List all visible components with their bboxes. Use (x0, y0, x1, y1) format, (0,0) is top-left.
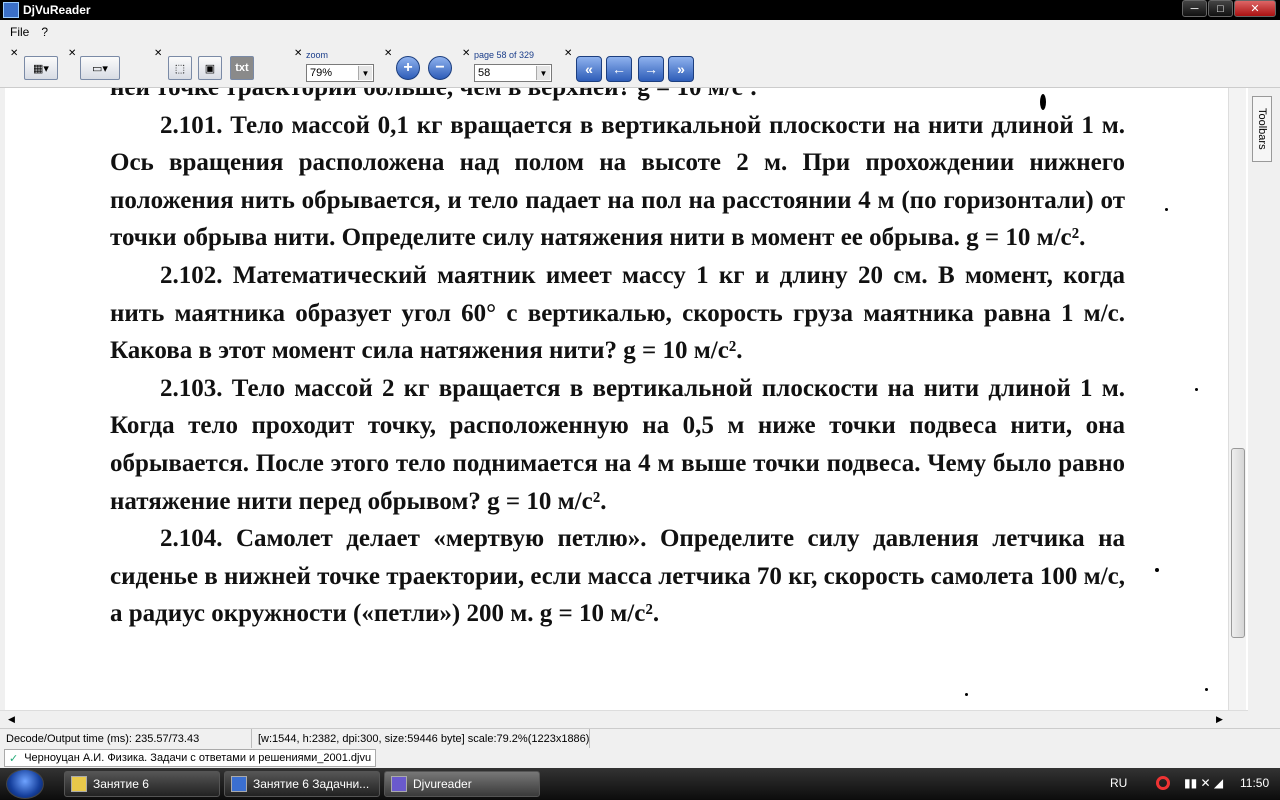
app-icon (3, 2, 19, 18)
taskbar-item[interactable]: Djvureader (384, 771, 540, 797)
decode-time: Decode/Output time (ms): 235.57/73.43 (0, 728, 252, 749)
text-view-button[interactable]: txt (230, 56, 254, 80)
maximize-button[interactable]: □ (1208, 0, 1233, 17)
scroll-right-icon[interactable]: ▶ (1216, 714, 1223, 725)
scan-noise (965, 693, 968, 696)
close-toolbar-icon[interactable]: ✕ (68, 48, 76, 59)
toolbars-panel: Toolbars (1248, 88, 1280, 728)
zoom-value: 79% (310, 67, 333, 79)
select-region-icon[interactable]: ⬚ (168, 56, 192, 80)
chevron-down-icon: ▼ (536, 66, 550, 80)
scan-noise (1165, 208, 1168, 211)
page-select[interactable]: 58 ▼ (474, 64, 552, 82)
page-content: ней точке траектории больше, чем в верхн… (110, 88, 1125, 633)
folder-icon (71, 776, 87, 792)
image-view-icon[interactable]: ▣ (198, 56, 222, 80)
close-toolbar-icon[interactable]: ✕ (384, 48, 392, 59)
paragraph: 2.104. Самолет делает «мертвую петлю». О… (110, 525, 1125, 628)
menu-bar: File ? (0, 20, 1280, 44)
page-mode-dropdown-button[interactable]: ▭▾ (80, 56, 120, 80)
scroll-left-icon[interactable]: ◀ (8, 714, 15, 725)
page-value: 58 (478, 67, 491, 79)
close-toolbar-icon[interactable]: ✕ (154, 48, 162, 59)
next-page-button[interactable]: → (638, 56, 664, 82)
zoom-select[interactable]: 79% ▼ (306, 64, 374, 82)
horizontal-scrollbar[interactable]: ◀ ▶ (0, 710, 1248, 728)
prev-page-button[interactable]: ← (606, 56, 632, 82)
document-tabs: ✓ Черноуцан А.И. Физика. Задачи с ответа… (0, 748, 1280, 768)
zoom-out-button[interactable]: − (428, 56, 452, 80)
zoom-label: zoom (306, 50, 329, 60)
opera-icon[interactable] (1156, 776, 1170, 790)
last-page-button[interactable]: » (668, 56, 694, 82)
taskbar-item-label: Занятие 6 Задачни... (253, 777, 370, 791)
window-controls: ─ □ ✕ (1181, 0, 1276, 17)
title-bar: DjVuReader ─ □ ✕ (0, 0, 1280, 20)
scan-noise (1155, 568, 1159, 572)
close-button[interactable]: ✕ (1234, 0, 1276, 17)
paragraph: 2.101. Тело массой 0,1 кг вращается в ве… (110, 111, 1125, 252)
language-indicator[interactable]: RU (1110, 776, 1127, 790)
menu-help[interactable]: ? (41, 25, 48, 39)
document-tab[interactable]: ✓ Черноуцан А.И. Физика. Задачи с ответа… (4, 749, 377, 767)
minimize-button[interactable]: ─ (1182, 0, 1207, 17)
tray-icons[interactable]: ▮▮ ✕ ◢ (1184, 776, 1223, 790)
scan-noise (1195, 388, 1198, 391)
toolbars-tab[interactable]: Toolbars (1252, 96, 1272, 162)
taskbar-item-label: Djvureader (413, 777, 472, 791)
status-bar: Decode/Output time (ms): 235.57/73.43 [w… (0, 728, 1280, 749)
scan-noise (1040, 94, 1046, 110)
document-tab-title: Черноуцан А.И. Физика. Задачи с ответами… (24, 752, 372, 764)
scan-noise (1205, 688, 1208, 691)
paragraph: ней точке траектории больше, чем в верхн… (110, 88, 1125, 107)
image-info: [w:1544, h:2382, dpi:300, size:59446 byt… (252, 728, 591, 749)
scroll-thumb[interactable] (1231, 448, 1245, 638)
taskbar: Занятие 6 Занятие 6 Задачни... Djvureade… (0, 768, 1280, 800)
layout-dropdown-button[interactable]: ▦▾ (24, 56, 58, 80)
vertical-scrollbar[interactable] (1228, 88, 1246, 710)
taskbar-item[interactable]: Занятие 6 (64, 771, 220, 797)
close-toolbar-icon[interactable]: ✕ (564, 48, 572, 59)
zoom-in-button[interactable]: + (396, 56, 420, 80)
document-viewer[interactable]: ней точке траектории больше, чем в верхн… (0, 88, 1248, 710)
menu-file[interactable]: File (10, 25, 29, 39)
check-icon: ✓ (9, 752, 19, 765)
first-page-button[interactable]: « (576, 56, 602, 82)
window-title: DjVuReader (23, 3, 91, 17)
toolbar: ✕ ▦▾ ✕ ▭▾ ✕ ⬚ ▣ txt ✕ zoom 79% ▼ ✕ + − ✕… (0, 44, 1280, 88)
page-label: page 58 of 329 (474, 50, 535, 60)
clock[interactable]: 11:50 (1240, 776, 1269, 790)
word-icon (231, 776, 247, 792)
taskbar-item-label: Занятие 6 (93, 777, 149, 791)
close-toolbar-icon[interactable]: ✕ (10, 48, 18, 59)
djvu-icon (391, 776, 407, 792)
start-button[interactable] (6, 769, 44, 799)
chevron-down-icon: ▼ (358, 66, 372, 80)
close-toolbar-icon[interactable]: ✕ (462, 48, 470, 59)
close-toolbar-icon[interactable]: ✕ (294, 48, 302, 59)
taskbar-item[interactable]: Занятие 6 Задачни... (224, 771, 380, 797)
paragraph: 2.103. Тело массой 2 кг вращается в верт… (110, 374, 1125, 515)
paragraph: 2.102. Математический маятник имеет масс… (110, 261, 1125, 365)
